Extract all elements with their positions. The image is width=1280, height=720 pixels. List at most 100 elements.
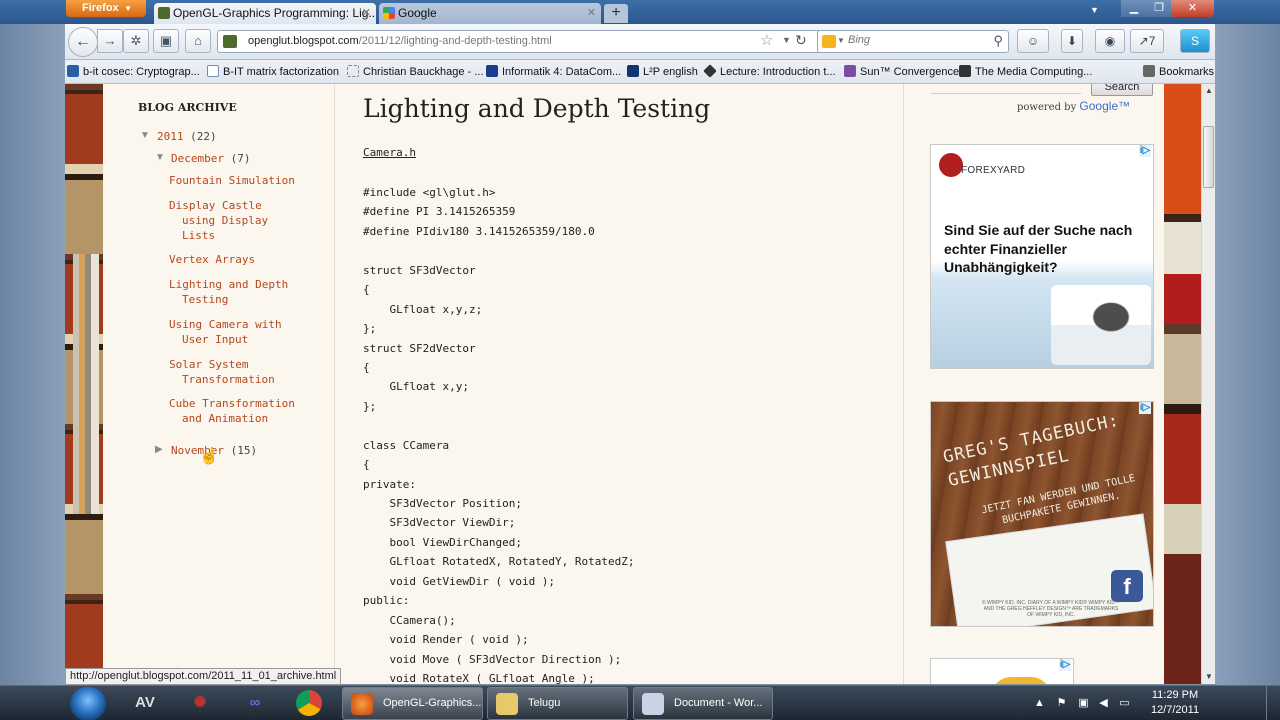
tray-app-icon[interactable]: ▣: [1077, 697, 1090, 710]
post-link-text[interactable]: Testing: [169, 292, 288, 307]
post-content: Lighting and Depth Testing Camera.h #inc…: [336, 84, 902, 684]
post-link-text[interactable]: Display Castle: [169, 199, 262, 212]
show-hidden-icons-icon[interactable]: ▲: [1033, 697, 1046, 710]
back-button[interactable]: ←: [68, 27, 98, 57]
bookmark-item[interactable]: Informatik 4: DataCom...: [486, 65, 621, 78]
infinity-app-icon[interactable]: ∞: [241, 690, 269, 716]
bookmark-item[interactable]: Christian Bauckhage - ...: [347, 65, 483, 78]
archive-post-link[interactable]: Cube Transformation and Animation: [169, 396, 295, 426]
taskbar-word[interactable]: Document - Wor...: [633, 687, 773, 720]
search-icon[interactable]: ⚲: [993, 33, 1003, 49]
expanded-triangle-icon[interactable]: ▼: [140, 130, 150, 141]
archive-post-link[interactable]: Fountain Simulation: [169, 173, 295, 188]
bing-icon[interactable]: [822, 35, 836, 48]
taskbar-telugu[interactable]: Telugu: [487, 687, 628, 720]
archive-year-label[interactable]: 2011: [157, 130, 184, 143]
globe-icon[interactable]: ◉: [1095, 29, 1125, 53]
code-line: {: [363, 283, 370, 297]
archive-month-label[interactable]: December: [171, 152, 224, 165]
taskbar-firefox[interactable]: OpenGL-Graphics...: [342, 687, 483, 720]
site-identity-icon[interactable]: [223, 35, 237, 48]
address-bar[interactable]: openglut.blogspot.com/2011/12/lighting-a…: [217, 30, 877, 53]
post-link-text[interactable]: Vertex Arrays: [169, 253, 255, 266]
home-icon[interactable]: ⌂: [185, 29, 211, 53]
search-engine-dropdown-icon[interactable]: ▼: [837, 36, 845, 45]
archive-post-link[interactable]: Vertex Arrays: [169, 252, 255, 267]
bookmark-star-icon[interactable]: ☆: [760, 31, 773, 49]
gear-icon[interactable]: ✲: [123, 29, 149, 53]
archive-post-link[interactable]: Lighting and Depth Testing: [169, 277, 288, 307]
clock-time[interactable]: 11:29 PM: [1145, 689, 1205, 701]
new-tab-button[interactable]: +: [604, 4, 628, 23]
history-dropdown-icon[interactable]: ▼: [782, 35, 791, 45]
collapsed-triangle-icon[interactable]: ▶: [155, 444, 163, 455]
post-link-text[interactable]: using Display: [169, 213, 268, 228]
clock-date[interactable]: 12/7/2011: [1145, 704, 1205, 716]
network-app-icon[interactable]: ✺: [186, 690, 214, 716]
tab-google[interactable]: Google ✕: [379, 3, 601, 24]
start-button[interactable]: [70, 687, 106, 720]
blog-search-button[interactable]: Search: [1091, 84, 1153, 96]
facebook-icon[interactable]: f: [1111, 570, 1143, 602]
close-tab-icon[interactable]: ✕: [587, 3, 596, 23]
network-icon[interactable]: ▭: [1118, 697, 1131, 710]
minimize-button[interactable]: ▁: [1121, 0, 1147, 17]
ad-choices-icon[interactable]: i▷: [1139, 145, 1151, 157]
post-link-text[interactable]: Cube Transformation: [169, 397, 295, 410]
list-all-tabs-icon[interactable]: ▼: [1090, 5, 1099, 15]
bookmark-item[interactable]: L²P english: [627, 65, 698, 78]
download-icon[interactable]: ⬇: [1061, 29, 1083, 53]
post-link-text[interactable]: Using Camera with: [169, 318, 282, 331]
notifications-button[interactable]: ↗7: [1130, 29, 1164, 53]
scroll-down-icon[interactable]: ▼: [1202, 670, 1216, 684]
archive-post-link[interactable]: Solar System Transformation: [169, 357, 275, 387]
scroll-thumb[interactable]: [1203, 126, 1214, 188]
bookmark-label: Sun™ Convergence: [860, 66, 960, 78]
post-link-text[interactable]: Solar System: [169, 358, 248, 371]
close-window-button[interactable]: ✕: [1171, 0, 1214, 17]
volume-icon[interactable]: ◀: [1097, 697, 1110, 710]
chrome-icon[interactable]: [296, 690, 322, 716]
forward-button[interactable]: →: [97, 29, 123, 53]
reload-icon[interactable]: ↻: [795, 32, 807, 49]
archive-post-link[interactable]: Using Camera with User Input: [169, 317, 282, 347]
bookmark-item[interactable]: Sun™ Convergence: [844, 65, 959, 78]
skype-icon[interactable]: S: [1180, 29, 1210, 53]
archive-post-link[interactable]: Display Castle using Display Lists: [169, 198, 268, 243]
camera-file-link[interactable]: Camera.h: [363, 146, 416, 159]
url-path: /2011/12/lighting-and-depth-testing.html: [358, 35, 552, 47]
maximize-button[interactable]: ❐: [1147, 0, 1171, 17]
post-link-text[interactable]: Lighting and Depth: [169, 278, 288, 291]
bookmarks-menu-button[interactable]: Bookmarks: [1143, 65, 1214, 78]
expanded-triangle-icon[interactable]: ▼: [155, 152, 165, 163]
action-center-flag-icon[interactable]: ⚑: [1055, 697, 1068, 710]
search-input[interactable]: [848, 34, 988, 46]
bookmark-item[interactable]: The Media Computing...: [959, 65, 1092, 78]
search-bar[interactable]: ▼ ⚲: [817, 30, 1009, 53]
post-link-text[interactable]: Transformation: [169, 372, 275, 387]
url-text[interactable]: openglut.blogspot.com/2011/12/lighting-a…: [248, 35, 552, 47]
ad-choices-icon[interactable]: i▷: [1059, 659, 1071, 671]
addon-face-icon[interactable]: ☺: [1017, 29, 1049, 53]
firefox-menu-button[interactable]: Firefox ▼: [66, 0, 146, 17]
bookmark-item[interactable]: B-IT matrix factorization: [207, 65, 339, 78]
archive-year[interactable]: 2011 (22): [157, 129, 217, 144]
bookmark-item[interactable]: b-it cosec: Cryptograp...: [67, 65, 200, 78]
third-ad[interactable]: i▷: [930, 658, 1074, 684]
scroll-up-icon[interactable]: ▲: [1202, 84, 1216, 98]
post-link-text[interactable]: and Animation: [169, 411, 295, 426]
post-link-text[interactable]: Lists: [169, 228, 268, 243]
post-link-text[interactable]: Fountain Simulation: [169, 174, 295, 187]
tab-opengl[interactable]: OpenGL-Graphics Programming: Lig... ✕: [154, 3, 376, 24]
home-page-icon[interactable]: ▣: [153, 29, 179, 53]
blog-search-input[interactable]: [931, 84, 1081, 94]
close-tab-icon[interactable]: ✕: [362, 3, 371, 23]
show-desktop-button[interactable]: [1266, 686, 1280, 720]
archive-month-december[interactable]: December (7): [171, 151, 250, 166]
bookmark-item[interactable]: Lecture: Introduction t...: [703, 64, 836, 78]
gregs-tagebuch-ad[interactable]: i▷ GREG'S TAGEBUCH: GEWINNSPIEL JETZT FA…: [930, 401, 1154, 627]
page-scrollbar[interactable]: ▲ ▼: [1201, 84, 1215, 684]
forexyard-ad[interactable]: i▷ FOREXYARD Sind Sie auf der Suche nach…: [930, 144, 1154, 369]
post-link-text[interactable]: User Input: [169, 332, 282, 347]
avira-icon[interactable]: AV: [131, 690, 159, 716]
